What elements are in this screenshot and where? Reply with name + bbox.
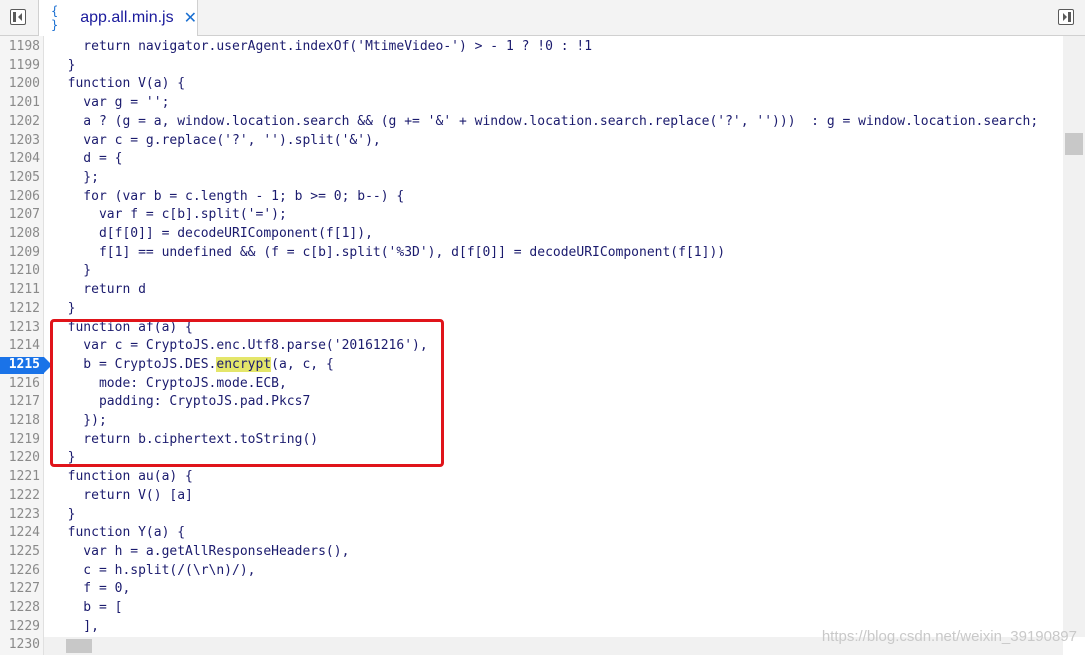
code-line: d[f[0]] = decodeURIComponent(f[1]), xyxy=(52,226,373,241)
code-line: } xyxy=(52,300,76,316)
code-line: a ? (g = a, window.location.search && (g… xyxy=(52,113,1039,129)
line-number[interactable]: 1218 xyxy=(0,412,40,431)
vertical-scrollbar[interactable] xyxy=(1063,36,1085,637)
annotation-box xyxy=(50,319,444,467)
code-line: d = { xyxy=(52,151,123,167)
close-icon[interactable]: ✕ xyxy=(184,8,197,28)
code-line: function Y(a) { xyxy=(52,525,186,541)
line-number[interactable]: 1225 xyxy=(0,543,40,562)
line-number[interactable]: 1216 xyxy=(0,375,40,394)
line-number[interactable]: 1226 xyxy=(0,562,40,581)
code-line: return navigator.userAgent.indexOf('Mtim… xyxy=(52,39,593,54)
line-number[interactable]: 1208 xyxy=(0,225,40,244)
line-number[interactable]: 1222 xyxy=(0,487,40,506)
line-number[interactable]: 1213 xyxy=(0,319,40,338)
line-number[interactable]: 1207 xyxy=(0,206,40,225)
panel-bar xyxy=(13,12,16,22)
code-line: function au(a) { xyxy=(52,469,193,485)
code-line: var g = ''; xyxy=(52,95,170,111)
line-number[interactable]: 1214 xyxy=(0,337,40,356)
line-number[interactable]: 1227 xyxy=(0,580,40,599)
line-number[interactable]: 1229 xyxy=(0,618,40,637)
line-number[interactable]: 1217 xyxy=(0,393,40,412)
code-line: } xyxy=(52,57,76,73)
line-number[interactable]: 1228 xyxy=(0,599,40,618)
code-line: } xyxy=(52,263,92,279)
code-line: c = h.split(/(\r\n)/), xyxy=(52,562,256,578)
line-number[interactable]: 1205 xyxy=(0,169,40,188)
right-arrow xyxy=(1063,13,1067,21)
code-line: return V() [a] xyxy=(52,487,193,503)
code-line: b = [ xyxy=(52,600,123,615)
line-number[interactable]: 1224 xyxy=(0,524,40,543)
line-number[interactable]: 1209 xyxy=(0,244,40,263)
line-number[interactable]: 1210 xyxy=(0,262,40,281)
code-line: f[1] == undefined && (f = c[b].split('%3… xyxy=(52,244,726,260)
line-number[interactable]: 1211 xyxy=(0,281,40,300)
line-number[interactable]: 1220 xyxy=(0,449,40,468)
js-file-icon: { } xyxy=(51,4,59,32)
editor-tab-bar: { } app.all.min.js ✕ xyxy=(0,0,1085,36)
left-arrow xyxy=(18,13,22,21)
line-number[interactable]: 1200 xyxy=(0,75,40,94)
line-number[interactable]: 1230 xyxy=(0,636,40,655)
line-number[interactable]: 1212 xyxy=(0,300,40,319)
code-line: f = 0, xyxy=(52,581,131,597)
toggle-navigator-icon[interactable] xyxy=(10,9,26,25)
code-line: }; xyxy=(52,169,99,185)
vertical-scroll-thumb[interactable] xyxy=(1065,133,1083,155)
code-line: var f = c[b].split('='); xyxy=(52,207,287,223)
code-line: function V(a) { xyxy=(52,76,186,92)
line-number[interactable]: 1219 xyxy=(0,431,40,450)
line-number[interactable]: 1201 xyxy=(0,94,40,113)
watermark: https://blog.csdn.net/weixin_39190897 xyxy=(821,628,1077,645)
code-line: } xyxy=(52,506,76,522)
code-line: for (var b = c.length - 1; b >= 0; b--) … xyxy=(52,188,405,204)
line-number[interactable]: 1198 xyxy=(0,38,40,57)
line-number[interactable]: 1203 xyxy=(0,132,40,151)
line-number[interactable]: 1204 xyxy=(0,150,40,169)
code-line: var h = a.getAllResponseHeaders(), xyxy=(52,543,350,559)
line-number[interactable]: 1221 xyxy=(0,468,40,487)
line-number[interactable]: 1199 xyxy=(0,57,40,76)
line-number[interactable]: 1223 xyxy=(0,506,40,525)
toggle-debugger-icon[interactable] xyxy=(1058,9,1074,25)
code-line: return d xyxy=(52,282,146,298)
code-editor[interactable]: 1198 return navigator.userAgent.indexOf(… xyxy=(0,36,1063,655)
code-line: var c = g.replace('?', '').split('&'), xyxy=(52,132,381,148)
file-tab-label: app.all.min.js xyxy=(80,9,174,26)
line-number[interactable]: 1206 xyxy=(0,188,40,207)
code-line: ], xyxy=(52,618,99,634)
file-tab[interactable]: { } app.all.min.js ✕ xyxy=(38,0,198,36)
panel-bar xyxy=(1068,12,1071,22)
line-number[interactable]: 1202 xyxy=(0,113,40,132)
horizontal-scroll-thumb[interactable] xyxy=(66,639,92,653)
line-number[interactable]: 1215 xyxy=(0,356,40,375)
